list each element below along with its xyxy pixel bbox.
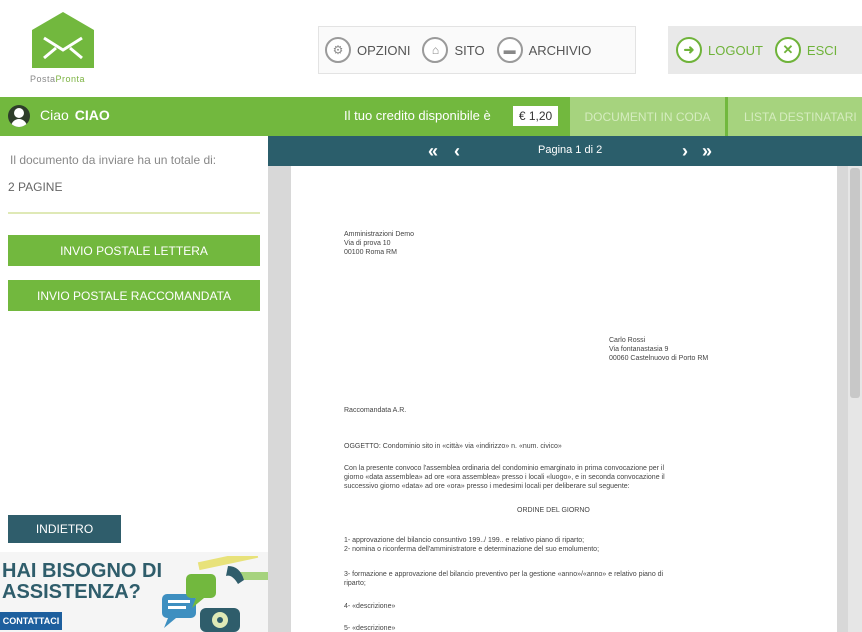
credit-label: Il tuo credito disponibile è	[344, 108, 491, 123]
agenda-item: riparto;	[344, 580, 366, 587]
contact-button[interactable]: CONTATTACI	[0, 612, 62, 630]
agenda-item: 3- formazione e approvazione del bilanci…	[344, 571, 664, 578]
document-info: Il documento da inviare ha un totale di:	[10, 153, 217, 167]
main-nav: ⚙ OPZIONI ⌂ SITO ▬ ARCHIVIO	[318, 26, 636, 74]
send-registered-button[interactable]: INVIO POSTALE RACCOMANDATA	[8, 280, 260, 311]
username: CIAO	[74, 107, 110, 123]
recipient-block: Carlo Rossi Via fontanastasia 9 00060 Ca…	[609, 337, 709, 362]
logo[interactable]: PostaPronta	[30, 12, 120, 90]
help-title-line1: HAI BISOGNO DI	[2, 560, 163, 582]
tab-queued-documents[interactable]: DOCUMENTI IN CODA	[570, 97, 725, 136]
agenda-item: 4- «descrizione»	[344, 603, 396, 610]
credit-value: € 1,20	[513, 106, 558, 126]
help-title-line2: ASSISTENZA?	[2, 581, 141, 603]
page-count: 2 PAGINE	[8, 180, 63, 194]
support-illustration-icon	[162, 556, 268, 632]
viewer-scrollbar[interactable]	[848, 166, 862, 632]
document-page: Amministrazioni Demo Via di prova 10 001…	[291, 166, 837, 632]
exit-button[interactable]: ✕ ESCI	[771, 37, 845, 63]
arrow-right-icon: ➜	[676, 37, 702, 63]
first-page-button[interactable]: «	[428, 141, 438, 162]
divider	[8, 212, 260, 214]
sender-block: Amministrazioni Demo Via di prova 10 001…	[344, 231, 415, 256]
document-viewer[interactable]: Amministrazioni Demo Via di prova 10 001…	[268, 166, 862, 632]
next-page-button[interactable]: ›	[682, 141, 688, 162]
last-page-button[interactable]: »	[702, 141, 712, 162]
options-label: OPZIONI	[357, 42, 411, 58]
options-button[interactable]: ⚙ OPZIONI	[319, 27, 416, 73]
agenda-item: 5- «descrizione»	[344, 625, 396, 632]
body-paragraph: Con la presente convoco l'assemblea ordi…	[344, 465, 665, 490]
greeting: Ciao CIAO	[40, 107, 110, 123]
tab-recipient-list[interactable]: LISTA DESTINATARI	[728, 97, 862, 136]
logo-text: PostaPronta	[30, 74, 86, 84]
envelope-logo-icon	[32, 12, 94, 68]
send-letter-button[interactable]: INVIO POSTALE LETTERA	[8, 235, 260, 266]
home-icon: ⌂	[422, 37, 449, 63]
archive-label: ARCHIVIO	[528, 42, 592, 58]
scroll-thumb[interactable]	[850, 168, 860, 398]
page-indicator: Pagina 1 di 2	[538, 144, 603, 156]
agenda-title: ORDINE DEL GIORNO	[517, 507, 590, 514]
agenda-item: 1- approvazione del bilancio consuntivo …	[344, 537, 585, 544]
viewer-toolbar: « ‹ Pagina 1 di 2 › »	[268, 136, 862, 166]
user-bar: Ciao CIAO Il tuo credito disponibile è € …	[0, 97, 862, 136]
logout-label: LOGOUT	[708, 42, 763, 58]
header: PostaPronta ⚙ OPZIONI ⌂ SITO ▬ ARCHIVIO …	[0, 0, 862, 97]
site-label: SITO	[454, 42, 485, 58]
close-icon: ✕	[774, 37, 801, 63]
session-nav: ➜ LOGOUT ✕ ESCI	[668, 26, 862, 74]
delivery-mode: Raccomandata A.R.	[344, 407, 407, 414]
gear-icon: ⚙	[325, 37, 351, 63]
back-button[interactable]: INDIETRO	[8, 515, 121, 543]
agenda-item: 2- nomina o riconferma dell'amministrato…	[344, 546, 600, 553]
previous-page-button[interactable]: ‹	[454, 141, 460, 162]
archive-button[interactable]: ▬ ARCHIVIO	[491, 27, 598, 73]
subject-line: OGGETTO: Condominio sito in «città» via …	[344, 443, 562, 450]
user-icon	[8, 105, 30, 127]
logout-button[interactable]: ➜ LOGOUT	[668, 37, 771, 63]
help-banner: HAI BISOGNO DI ASSISTENZA? CONTATTACI	[0, 552, 268, 632]
site-button[interactable]: ⌂ SITO	[416, 27, 490, 73]
exit-label: ESCI	[806, 42, 838, 58]
folder-icon: ▬	[496, 37, 523, 63]
